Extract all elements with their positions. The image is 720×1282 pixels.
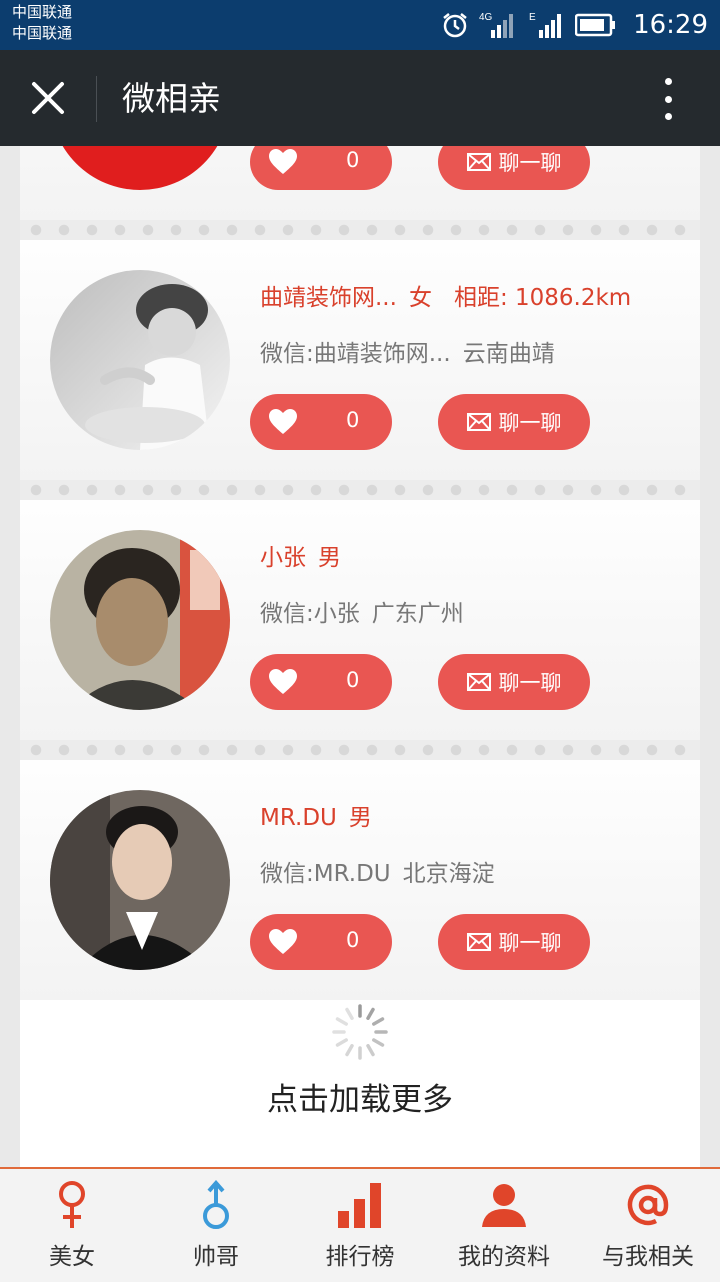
nav-item-ranking[interactable]: 排行榜 [288, 1169, 432, 1282]
info-line: 微信:小张 广东广州 [260, 594, 464, 628]
carrier-1: 中国联通 [12, 3, 73, 21]
chat-label: 聊一聊 [498, 671, 562, 695]
like-button[interactable]: 0 [250, 654, 392, 710]
mail-icon [466, 413, 491, 431]
svg-text:4G: 4G [479, 12, 493, 23]
signal-icon: 4G [479, 12, 514, 38]
nav-item-female[interactable]: 美女 [0, 1169, 144, 1282]
chat-button[interactable]: 聊一聊 [438, 654, 590, 710]
alarm-icon [443, 13, 467, 38]
profile-list[interactable]: 0 聊一聊 曲靖装饰网... 女相距: 1086.2km 微信:曲靖装饰网...… [20, 146, 700, 1167]
avatar[interactable] [50, 790, 230, 970]
battery-icon [575, 13, 616, 37]
like-button[interactable]: 0 [250, 914, 392, 970]
nav-item-profile[interactable]: 我的资料 [432, 1169, 576, 1282]
avatar[interactable] [50, 270, 230, 450]
more-menu-button[interactable] [656, 78, 680, 120]
mail-icon [466, 673, 491, 691]
avatar[interactable] [50, 146, 230, 190]
profile-card: 曲靖装饰网... 女相距: 1086.2km 微信:曲靖装饰网... 云南曲靖 0 … [20, 220, 700, 480]
location: 北京海淀 [402, 861, 495, 887]
status-bar: 中国联通 中国联通 4G E 16:29 [0, 0, 720, 50]
nav-label: 帅哥 [193, 1244, 239, 1270]
name-line: 曲靖装饰网... 女相距: 1086.2km [260, 278, 631, 312]
wechat-id: 微信:小张 [260, 601, 360, 627]
female-icon [59, 1181, 85, 1228]
wechat-id: 微信:MR.DU [260, 861, 391, 887]
location: 广东广州 [371, 601, 464, 627]
profile-card: 小张男 微信:小张 广东广州 0 聊一聊 [20, 480, 700, 740]
heart-icon [269, 669, 297, 694]
signal-icon-2: E [529, 12, 562, 38]
chat-button[interactable]: 聊一聊 [438, 394, 590, 450]
heart-icon [269, 929, 297, 954]
avatar[interactable] [50, 530, 230, 710]
carrier-2: 中国联通 [12, 24, 73, 42]
nav-label: 美女 [49, 1244, 95, 1270]
chat-label: 聊一聊 [498, 151, 562, 175]
bottom-nav: 美女 帅哥 排行榜 我的资料 与我相关 [0, 1167, 720, 1282]
more-vertical-icon [664, 78, 672, 85]
clock: 16:29 [633, 10, 708, 40]
location: 云南曲靖 [462, 341, 555, 367]
page-title: 微相亲 [122, 79, 221, 118]
mail-icon [466, 933, 491, 951]
profile-name[interactable]: 小张 [260, 545, 306, 571]
info-line: 微信:MR.DU 北京海淀 [260, 854, 495, 888]
like-count: 0 [346, 408, 360, 432]
chat-label: 聊一聊 [498, 931, 562, 955]
profile-card: 0 聊一聊 [20, 146, 700, 220]
gender: 女 [408, 285, 432, 311]
heart-icon [269, 149, 297, 174]
load-more-area[interactable]: 点击加载更多 [20, 1000, 700, 1167]
nav-label: 与我相关 [602, 1244, 694, 1270]
chat-label: 聊一聊 [498, 411, 562, 435]
close-icon [32, 82, 64, 114]
gender: 男 [318, 545, 341, 571]
at-icon [627, 1184, 669, 1226]
profile-name[interactable]: MR.DU [260, 805, 337, 831]
profile-name[interactable]: 曲靖装饰网... [260, 285, 397, 311]
chat-button[interactable]: 聊一聊 [438, 146, 590, 190]
load-more-link[interactable]: 点击加载更多 [20, 1074, 700, 1119]
wechat-id: 微信:曲靖装饰网... [260, 341, 451, 367]
nav-label: 我的资料 [458, 1244, 550, 1270]
like-count: 0 [346, 668, 360, 692]
heart-icon [269, 409, 297, 434]
chat-button[interactable]: 聊一聊 [438, 914, 590, 970]
spinner-icon [332, 1004, 388, 1060]
profile-card: MR.DU 男 微信:MR.DU 北京海淀 0 聊一聊 [20, 740, 700, 1000]
carrier-info: 中国联通 中国联通 [12, 2, 72, 44]
like-count: 0 [346, 148, 360, 172]
like-count: 0 [346, 928, 360, 952]
user-icon [482, 1184, 526, 1227]
info-line: 微信:曲靖装饰网... 云南曲靖 [260, 334, 555, 368]
mail-icon [466, 153, 491, 171]
nav-item-related[interactable]: 与我相关 [576, 1169, 720, 1282]
status-icons: 4G E 16:29 [441, 0, 708, 50]
title-divider [96, 76, 97, 122]
name-line: MR.DU 男 [260, 798, 372, 832]
name-line: 小张男 [260, 538, 341, 572]
gender: 男 [348, 805, 372, 831]
title-bar: 微相亲 [0, 50, 720, 146]
close-button[interactable] [22, 74, 74, 122]
male-icon [203, 1180, 229, 1229]
bar-chart-icon [338, 1183, 381, 1228]
nav-item-male[interactable]: 帅哥 [144, 1169, 288, 1282]
svg-text:E: E [529, 12, 536, 23]
distance: 相距: 1086.2km [453, 285, 632, 311]
like-button[interactable]: 0 [250, 146, 392, 190]
nav-label: 排行榜 [325, 1244, 395, 1270]
like-button[interactable]: 0 [250, 394, 392, 450]
